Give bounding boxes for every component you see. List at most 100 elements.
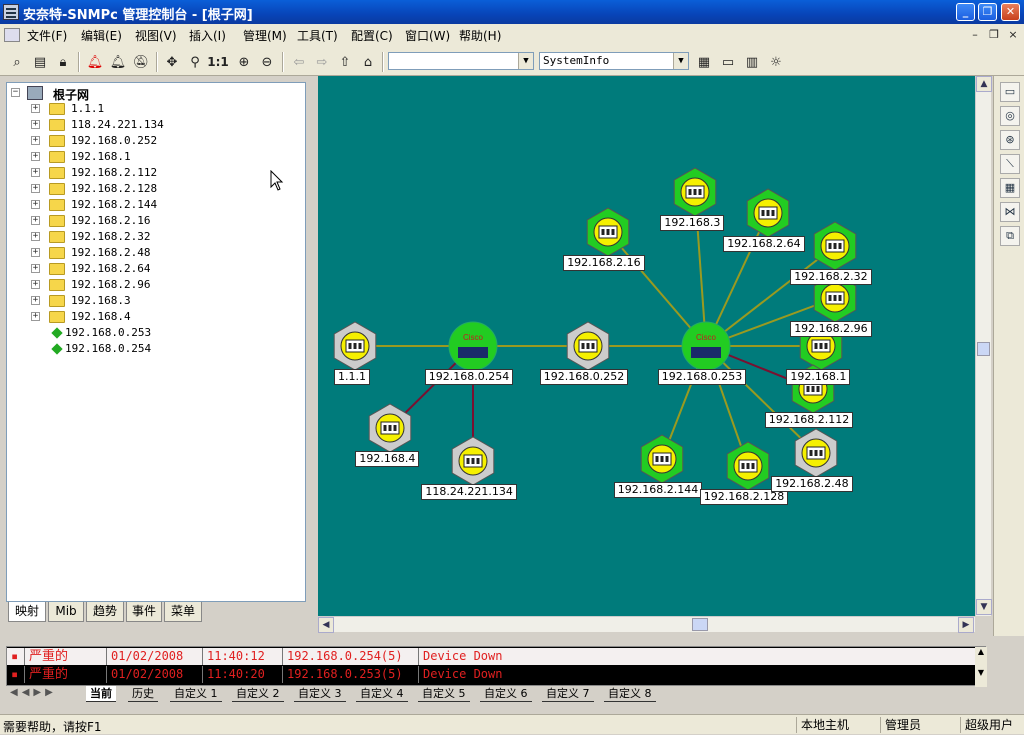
sun-icon[interactable]: ☼ xyxy=(765,51,787,73)
tab-event-9[interactable]: 自定义 8 xyxy=(604,686,656,702)
minimize-button[interactable]: _ xyxy=(956,3,975,21)
tree-item-device[interactable]: 192.168.0.254 xyxy=(7,341,297,357)
tree-item-subnet[interactable]: +192.168.2.96 xyxy=(7,277,297,293)
zoom-out-icon[interactable]: ⊖ xyxy=(256,51,278,73)
menu-edit[interactable]: 编辑(E) xyxy=(81,27,122,44)
tree-item-subnet[interactable]: +192.168.3 xyxy=(7,293,297,309)
tree-item-subnet[interactable]: +192.168.2.64 xyxy=(7,261,297,277)
tree-item-subnet[interactable]: +192.168.0.252 xyxy=(7,133,297,149)
subnet-node[interactable] xyxy=(813,221,857,271)
tab-event-3[interactable]: 自定义 2 xyxy=(232,686,284,702)
node-label[interactable]: 1.1.1 xyxy=(334,369,370,385)
forward-arrow-icon[interactable]: ⇨ xyxy=(311,51,333,73)
scroll-left-icon[interactable]: ◀ xyxy=(318,617,334,633)
tree-item-subnet[interactable]: +1.1.1 xyxy=(7,101,297,117)
expand-toggle[interactable]: + xyxy=(31,312,40,321)
tab-mib[interactable]: Mib xyxy=(48,602,84,622)
mib-combo[interactable]: SystemInfo ▼ xyxy=(539,52,689,70)
event-row[interactable]: ▪ 严重的 01/02/2008 11:40:12 192.168.0.254(… xyxy=(7,648,975,665)
node-label[interactable]: 192.168.0.254 xyxy=(424,369,514,385)
scroll-thumb[interactable] xyxy=(977,342,990,356)
table-icon[interactable]: ▦ xyxy=(693,51,715,73)
node-label[interactable]: 192.168.0.253 xyxy=(657,369,747,385)
device-combo[interactable]: ▼ xyxy=(388,52,534,70)
tab-menu[interactable]: 菜单 xyxy=(164,602,202,622)
node-label[interactable]: 192.168.2.96 xyxy=(790,321,872,337)
graph-icon[interactable]: ▭ xyxy=(717,51,739,73)
menu-manage[interactable]: 管理(M) xyxy=(243,27,287,44)
scroll-down-icon[interactable]: ▼ xyxy=(975,668,987,677)
subnet-node[interactable] xyxy=(726,441,770,491)
subnet-node[interactable] xyxy=(451,436,495,486)
tab-event-4[interactable]: 自定义 3 xyxy=(294,686,346,702)
properties-icon[interactable]: ▤ xyxy=(29,51,51,73)
tree-item-subnet[interactable]: +192.168.2.112 xyxy=(7,165,297,181)
node-label[interactable]: 192.168.2.48 xyxy=(771,476,853,492)
lock-icon[interactable]: 🔒︎ xyxy=(52,51,74,73)
expand-toggle[interactable]: + xyxy=(31,152,40,161)
link-icon[interactable]: ⟍ xyxy=(1000,154,1020,174)
tree-item-subnet[interactable]: +192.168.1 xyxy=(7,149,297,165)
close-button[interactable]: ✕ xyxy=(1001,3,1020,21)
subnet-node[interactable] xyxy=(673,167,717,217)
tree-item-subnet[interactable]: +192.168.2.128 xyxy=(7,181,297,197)
alarm-bell-icon[interactable]: 🔔︎ xyxy=(84,51,106,73)
router-node[interactable]: Cisco xyxy=(448,321,498,371)
subnet-icon[interactable]: ◎ xyxy=(1000,106,1020,126)
mdi-close-button[interactable]: × xyxy=(1006,28,1020,42)
mdi-minimize-button[interactable]: – xyxy=(968,28,982,42)
menu-window[interactable]: 窗口(W) xyxy=(405,27,450,44)
move-icon[interactable]: ✥ xyxy=(161,51,183,73)
router-node[interactable]: Cisco xyxy=(681,321,731,371)
tab-event-8[interactable]: 自定义 7 xyxy=(542,686,594,702)
expand-toggle[interactable]: + xyxy=(31,264,40,273)
tree-view[interactable]: − 根子网 +1.1.1 +118.24.221.134 +192.168.0.25… xyxy=(6,82,306,602)
menu-config[interactable]: 配置(C) xyxy=(351,27,393,44)
node-label[interactable]: 192.168.3 xyxy=(660,215,725,231)
bell-ack-icon[interactable]: 🔔︎ xyxy=(107,51,129,73)
expand-toggle[interactable]: + xyxy=(31,120,40,129)
home-icon[interactable]: ⌂ xyxy=(357,51,379,73)
expand-toggle[interactable]: + xyxy=(31,216,40,225)
device-icon[interactable]: ▭ xyxy=(1000,82,1020,102)
subnet-node[interactable] xyxy=(640,434,684,484)
expand-toggle[interactable]: + xyxy=(31,104,40,113)
zoom-1to1-button[interactable]: 1:1 xyxy=(207,51,229,73)
tab-event-2[interactable]: 自定义 1 xyxy=(170,686,222,702)
node-label[interactable]: 192.168.2.112 xyxy=(764,412,854,428)
expand-toggle[interactable]: + xyxy=(31,280,40,289)
subnet-node[interactable] xyxy=(368,403,412,453)
tree-item-subnet[interactable]: +192.168.2.16 xyxy=(7,213,297,229)
tree-layout-icon[interactable]: ⋈ xyxy=(1000,202,1020,222)
tab-event-0[interactable]: 当前 xyxy=(86,686,116,702)
tree-item-subnet[interactable]: +192.168.2.144 xyxy=(7,197,297,213)
bell-clear-icon[interactable]: 🔕︎ xyxy=(130,51,152,73)
expand-toggle[interactable]: + xyxy=(31,200,40,209)
tree-item-subnet[interactable]: +118.24.221.134 xyxy=(7,117,297,133)
tree-item-device[interactable]: 192.168.0.253 xyxy=(7,325,297,341)
collapse-toggle[interactable]: − xyxy=(11,88,20,97)
tree-root[interactable]: − 根子网 xyxy=(7,85,297,102)
expand-toggle[interactable]: + xyxy=(31,136,40,145)
tab-event[interactable]: 事件 xyxy=(126,602,162,622)
node-label[interactable]: 192.168.4 xyxy=(355,451,420,467)
back-arrow-icon[interactable]: ⇦ xyxy=(288,51,310,73)
parent-folder-icon[interactable]: ⇧ xyxy=(334,51,356,73)
tab-event-6[interactable]: 自定义 5 xyxy=(418,686,470,702)
menu-tools[interactable]: 工具(T) xyxy=(297,27,338,44)
node-label[interactable]: 118.24.221.134 xyxy=(421,484,517,500)
expand-toggle[interactable]: + xyxy=(31,248,40,257)
node-label[interactable]: 192.168.2.64 xyxy=(723,236,805,252)
tab-trend[interactable]: 趋势 xyxy=(86,602,124,622)
mdi-restore-button[interactable]: ❐ xyxy=(987,28,1001,42)
tab-nav-arrows-icon[interactable]: ◀◀▶▶ xyxy=(10,687,57,698)
expand-toggle[interactable]: + xyxy=(31,296,40,305)
menu-file[interactable]: 文件(F) xyxy=(27,27,67,44)
event-scrollbar[interactable]: ▲ ▼ xyxy=(975,647,987,687)
subnet-node[interactable] xyxy=(566,321,610,371)
network-map[interactable]: Cisco Cisco 1.1.1 192.168.0.254 192.168.0.2… xyxy=(318,76,975,616)
scroll-up-icon[interactable]: ▲ xyxy=(976,76,992,92)
binoculars-icon[interactable]: ⌕ xyxy=(6,51,28,73)
horizontal-scrollbar[interactable]: ◀ ▶ xyxy=(318,616,975,633)
event-row[interactable]: ▪ 严重的 01/02/2008 11:40:20 192.168.0.253(… xyxy=(7,666,975,683)
